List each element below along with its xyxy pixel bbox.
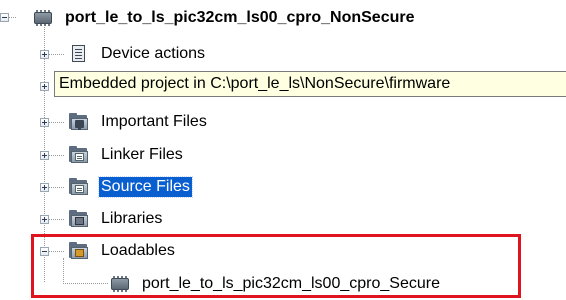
- collapse-root-icon[interactable]: [0, 13, 9, 22]
- expand-hidden-node-icon[interactable]: [40, 82, 49, 91]
- tree-line-h: [49, 54, 64, 55]
- node-label: Device actions: [101, 45, 206, 62]
- node-label-selected: Source Files: [98, 176, 193, 198]
- libraries-folder-icon: [69, 210, 89, 228]
- node-label: Linker Files: [101, 146, 183, 163]
- source-folder-icon: [69, 178, 89, 196]
- chip-project-icon: [33, 9, 53, 27]
- tree-node-libraries[interactable]: Libraries: [69, 207, 164, 231]
- expand-device-actions-icon[interactable]: [40, 50, 49, 59]
- tree-node-important-files[interactable]: Important Files: [69, 110, 209, 134]
- expand-linker-files-icon[interactable]: [40, 151, 49, 160]
- project-name: port_le_to_ls_pic32cm_ls00_cpro_NonSecur…: [65, 9, 415, 26]
- expand-important-files-icon[interactable]: [40, 118, 49, 127]
- tree-node-device-actions[interactable]: Device actions: [69, 42, 207, 66]
- tree-line-h: [49, 155, 64, 156]
- node-label: Libraries: [101, 210, 163, 227]
- expand-libraries-icon[interactable]: [40, 215, 49, 224]
- project-tree: port_le_to_ls_pic32cm_ls00_cpro_NonSecur…: [0, 0, 566, 300]
- path-tooltip: Embedded project in C:\port_le_ls\NonSec…: [54, 71, 566, 97]
- tree-node-source-files[interactable]: Source Files: [69, 175, 193, 199]
- node-label: Important Files: [101, 113, 207, 130]
- tree-line-h: [49, 187, 64, 188]
- highlight-box: [31, 234, 521, 298]
- project-root-node[interactable]: port_le_to_ls_pic32cm_ls00_cpro_NonSecur…: [33, 6, 417, 30]
- tree-node-linker-files[interactable]: Linker Files: [69, 143, 185, 167]
- expand-source-files-icon[interactable]: [40, 183, 49, 192]
- tree-line-h: [49, 219, 64, 220]
- device-actions-icon: [69, 45, 89, 63]
- tree-line-h: [49, 122, 64, 123]
- linker-folder-icon: [69, 146, 89, 164]
- important-folder-icon: [69, 113, 89, 131]
